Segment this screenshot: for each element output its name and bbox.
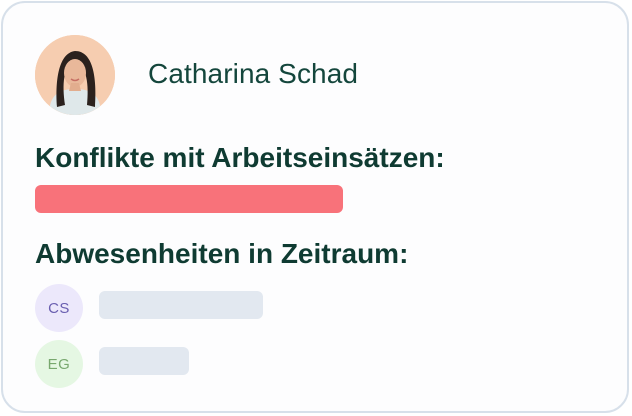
person-name: Catharina Schad xyxy=(148,58,359,89)
absences-heading: Abwesenheiten in Zeitraum: xyxy=(35,238,409,269)
absence-placeholder-1 xyxy=(99,291,263,319)
absence-avatar-cs: CS xyxy=(35,284,83,332)
employee-card: Catharina Schad Konflikte mit Arbeitsein… xyxy=(1,1,629,413)
absence-placeholder-2 xyxy=(99,347,189,375)
avatar xyxy=(35,35,115,115)
absence-avatar-eg: EG xyxy=(35,340,83,388)
conflict-bar xyxy=(35,185,343,213)
conflicts-heading: Konflikte mit Arbeitseinsätzen: xyxy=(35,142,445,173)
avatar-photo-icon xyxy=(35,35,115,115)
